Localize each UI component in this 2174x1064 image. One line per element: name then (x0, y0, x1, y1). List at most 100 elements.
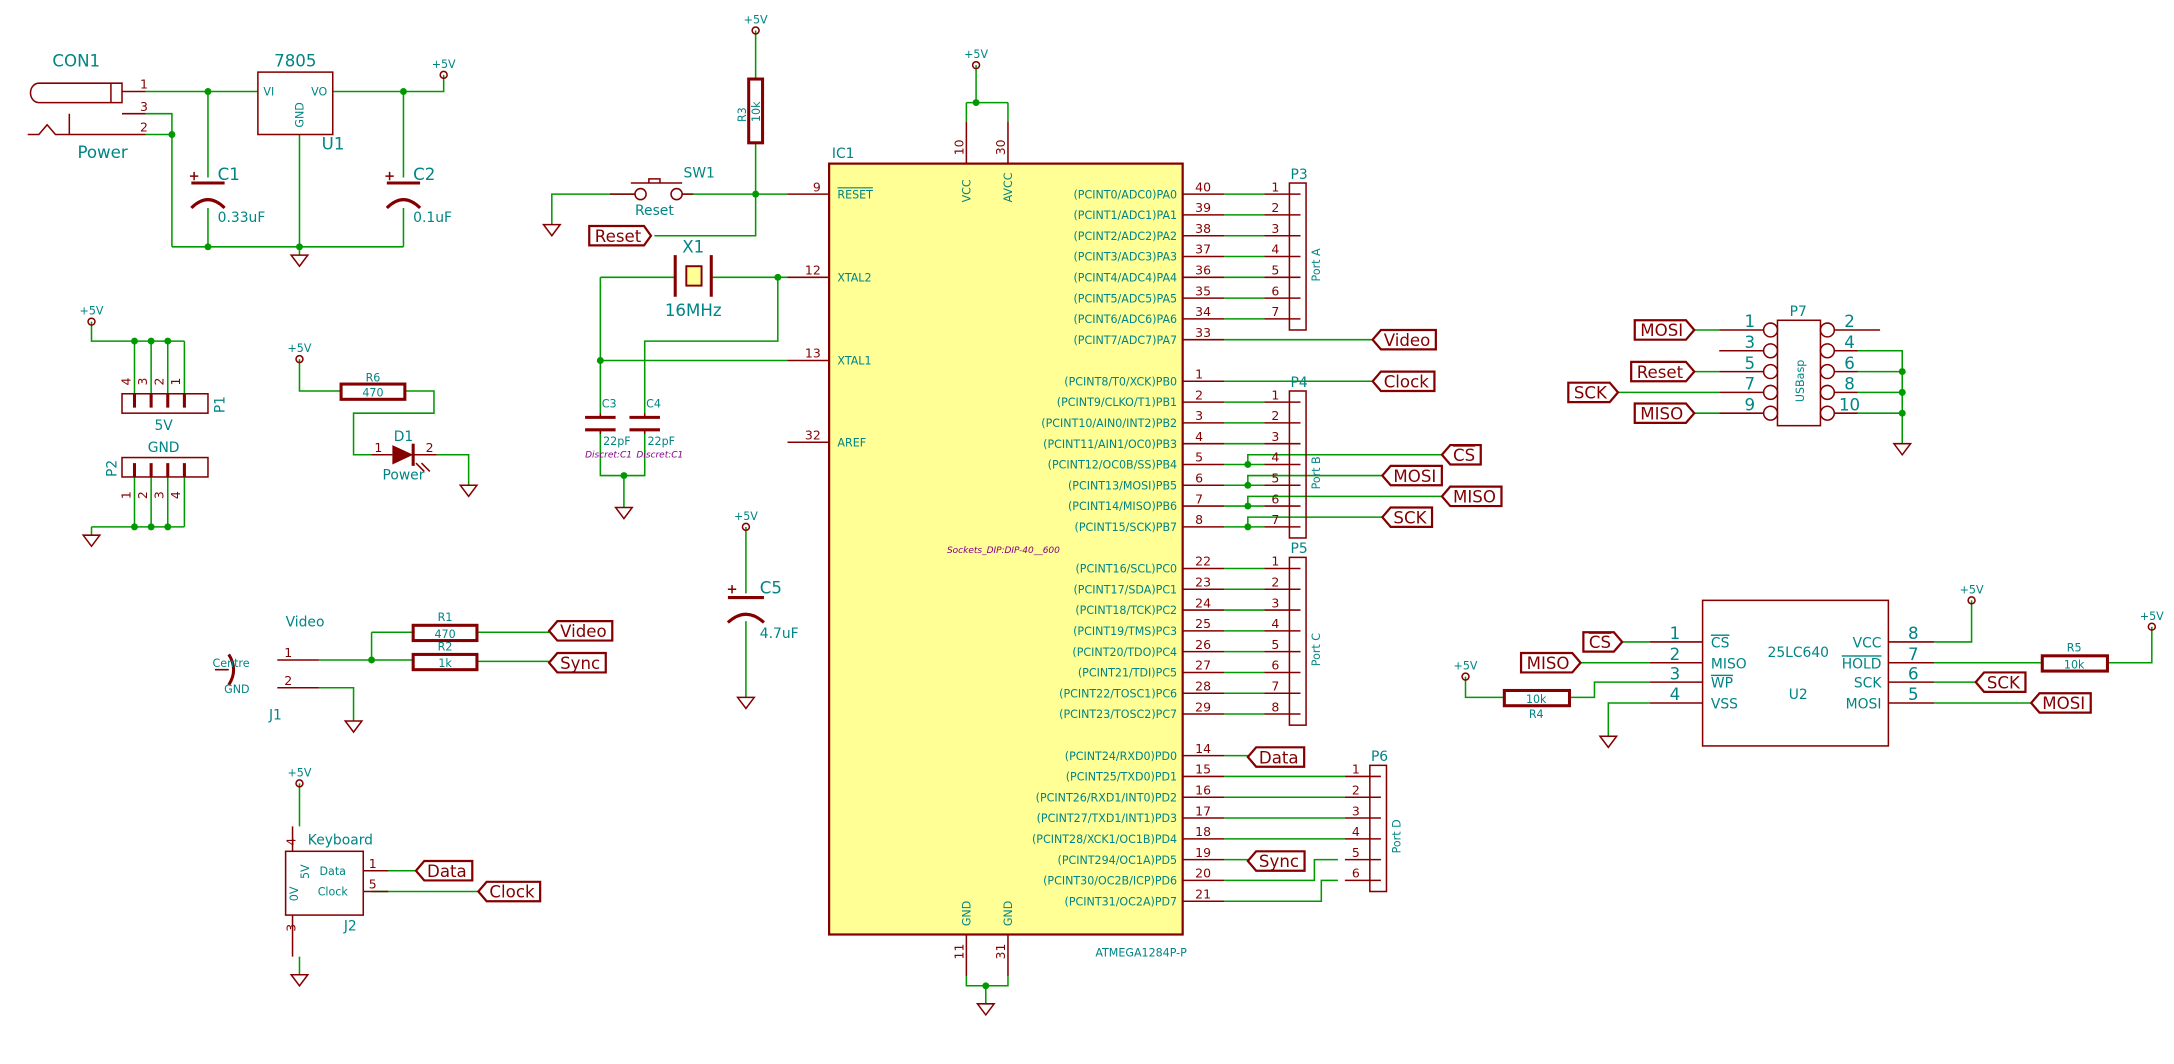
p3-pin-number: 6 (1271, 283, 1279, 298)
vcc-label: +5V (734, 510, 758, 523)
u2-pin-name: MISO (1711, 656, 1747, 672)
net-label-text: Reset (595, 227, 642, 246)
p5-pin-number: 1 (1271, 554, 1279, 569)
vcc-label: +5V (1960, 583, 1984, 596)
p1-ref: P1 (213, 396, 229, 413)
u2-pin-number: 2 (1670, 645, 1681, 664)
p3-pin-number: 7 (1271, 304, 1279, 319)
u2-pin-name: SCK (1854, 676, 1882, 692)
r5-value: 10k (2064, 658, 2085, 671)
j1-video-jack: Video Centre GND 1 2 J1 (213, 615, 325, 724)
ground-icon (289, 973, 310, 988)
d1-pin1: 1 (374, 440, 382, 455)
d1-pin2: 2 (426, 440, 434, 455)
ic1-pin-number: 23 (1195, 574, 1211, 589)
r1-resistor: R1 470 (411, 611, 479, 643)
j2-0v: 0V (288, 886, 301, 901)
port-connectors: 1 2 3 4 5 6 7 P3 Port A 1 2 3 4 5 6 7 P4 Port B 1 2 3 4 5 6 7 8 P5… (1264, 167, 1403, 893)
p2-header: 1 2 3 4 P2 GND (104, 440, 209, 499)
ic1-pin-name: XTAL2 (837, 271, 871, 284)
ic1-pin-name: (PCINT17/SDA)PC1 (1073, 583, 1177, 596)
vcc-label: +5V (2140, 610, 2164, 623)
u2-pin-number: 5 (1908, 685, 1919, 704)
u2-pin-name: HOLD (1842, 656, 1882, 672)
sw1-reset-button[interactable]: SW1 Reset (610, 165, 715, 219)
ic1-pin-number: 32 (805, 428, 821, 443)
ic1-pin-number: 39 (1195, 200, 1211, 215)
ground-icon (975, 1003, 996, 1017)
p4-pin-number: 7 (1271, 512, 1279, 527)
net-label-miso: MISO (1633, 402, 1696, 424)
j2-5v: 5V (299, 864, 312, 879)
p5-ref: P5 (1291, 541, 1308, 557)
ic1-pin-number: 31 (993, 944, 1008, 960)
net-label-text: Data (427, 862, 467, 881)
r5-ref: R5 (2067, 642, 2082, 655)
x1-crystal: X1 16MHz (665, 237, 722, 320)
ic1-pin-name: VCC (961, 179, 974, 202)
u2-pin-name: CS (1711, 635, 1730, 651)
ground-icon (1598, 735, 1619, 749)
net-label-text: Reset (1637, 363, 1684, 382)
ic1-pin-number: 11 (952, 944, 967, 960)
r3-ref: R3 (736, 107, 749, 122)
u2-25lc640: 1 8 CS VCC 2 7 MISO HOLD 3 6 WP SCK 4 5 VSS MOSI 25LC64… (1649, 599, 1935, 747)
ic1-pin-number: 34 (1195, 304, 1211, 319)
ic1-pin-name: (PCINT15/SCK)PB7 (1075, 521, 1178, 534)
ic1-pin-name: (PCINT1/ADC1)PA1 (1073, 209, 1177, 222)
p1-pin: 4 (118, 377, 133, 385)
c2-ref: C2 (413, 165, 435, 184)
r5-resistor: R5 10k (2040, 642, 2109, 673)
ic1-pin-number: 20 (1195, 866, 1211, 881)
p5-pin-number: 7 (1271, 678, 1279, 693)
j1-pin1: 1 (284, 645, 292, 660)
p3-pin-number: 1 (1271, 179, 1279, 194)
c5-capacitor: C5 4.7uF (726, 578, 799, 642)
ic1-pin-number: 29 (1195, 699, 1211, 714)
u2-pin-number: 8 (1908, 624, 1919, 643)
p7-pin-number: 9 (1744, 395, 1755, 414)
c3-footprint: Discret:C1 (585, 451, 632, 461)
j2-pin1: 1 (369, 856, 377, 871)
p4-pin-number: 5 (1271, 471, 1279, 486)
ic1-pin-name: (PCINT21/TDI)PC5 (1078, 667, 1177, 680)
ic1-pin-name: (PCINT3/ADC3)PA3 (1073, 251, 1177, 264)
p7-pin-number: 2 (1844, 312, 1855, 331)
p2-pin: 2 (135, 491, 150, 499)
net-label-text: MISO (1453, 488, 1496, 507)
net-label-mosi: MOSI (2029, 692, 2092, 714)
net-label-text: Video (560, 622, 607, 641)
net-label-sck: SCK (1567, 381, 1620, 404)
ic1-pin-number: 2 (1195, 387, 1203, 402)
net-label-miso: MISO (1440, 485, 1503, 508)
schematic: CON1 Power 1 3 2 7805 U1 VI VO GND C1 0.… (27, 14, 2164, 1017)
ic1-pin-number: 14 (1195, 741, 1211, 756)
p2-pin: 3 (152, 491, 167, 499)
net-label-text: Sync (1259, 852, 1299, 871)
j1-centre: Centre (213, 657, 250, 670)
p7-pin-number: 7 (1744, 375, 1755, 394)
u2-pin-number: 3 (1670, 664, 1681, 683)
p6-connector: 1 2 3 4 5 6 P6 Port D (1344, 749, 1403, 893)
p7-pin-number: 10 (1839, 395, 1860, 414)
r3-resistor: R3 10k (736, 77, 765, 145)
p6-pin-number: 2 (1352, 782, 1360, 797)
vcc-label: +5V (288, 766, 312, 779)
p7-ref: P7 (1790, 304, 1807, 320)
ic1-pin-name: (PCINT294/OC1A)PD5 (1058, 854, 1178, 867)
j2-pin5: 5 (369, 877, 377, 892)
ic1-pin-number: 10 (952, 139, 967, 155)
ic1-pin-number: 24 (1195, 595, 1211, 610)
p1-pin: 1 (168, 378, 183, 386)
p5-pin-number: 8 (1271, 699, 1279, 714)
p6-pin-number: 1 (1352, 762, 1360, 777)
net-label-sync: Sync (1246, 850, 1306, 872)
p3-pin-number: 3 (1271, 221, 1279, 236)
net-label-miso: MISO (1519, 651, 1583, 674)
ic1-pin-name: (PCINT0/ADC0)PA0 (1073, 188, 1177, 201)
p3-pin-number: 2 (1271, 200, 1279, 215)
p5-pin-number: 5 (1271, 637, 1279, 652)
net-label-text: Sync (560, 654, 600, 673)
ic1-pin-number: 9 (813, 179, 821, 194)
ic1-pin-number: 33 (1195, 325, 1211, 340)
